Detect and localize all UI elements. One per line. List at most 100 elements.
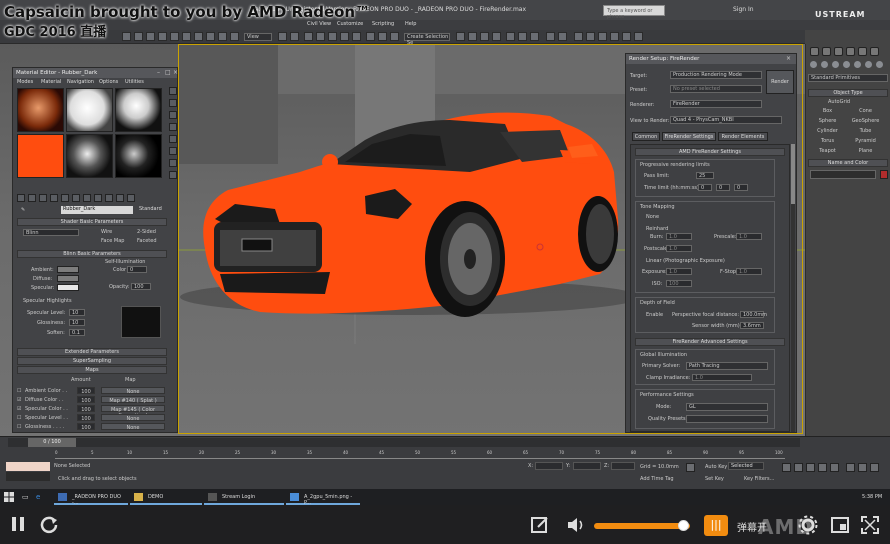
exposure-spinner[interactable]: 1.0 (666, 268, 692, 275)
teapot-button[interactable]: Teapot (810, 148, 845, 155)
map-enable-checkbox[interactable]: ☑ (17, 406, 21, 412)
time-slider-thumb[interactable]: 0 / 100 (28, 438, 76, 447)
sign-in-link[interactable]: Sign In (733, 6, 754, 13)
ribbon-toggle-icon[interactable] (530, 32, 539, 41)
select-manipulate-icon[interactable] (290, 32, 299, 41)
scene-explorer-icon[interactable] (468, 32, 477, 41)
menu-navigation[interactable]: Navigation (67, 79, 94, 85)
pivot-icon[interactable] (278, 32, 287, 41)
render-setup-icon[interactable] (558, 32, 567, 41)
time-slider[interactable]: 0 / 100 (8, 438, 800, 447)
close-icon[interactable]: × (173, 69, 178, 76)
maxscript-listener[interactable] (6, 462, 50, 471)
tone-mapping-linear-radio[interactable]: Linear (Photographic Exposure) (646, 258, 725, 264)
hierarchy-tab-icon[interactable] (834, 47, 843, 56)
soften-spinner[interactable]: 0.1 (69, 329, 85, 336)
menu-civil-view[interactable]: Civil View (307, 21, 331, 27)
search-input[interactable]: Type a keyword or phrase (603, 5, 665, 20)
object-name-field[interactable] (810, 170, 876, 179)
clamp-irradiance-spinner[interactable]: 1.0 (692, 374, 752, 381)
cylinder-button[interactable]: Cylinder (810, 128, 845, 135)
geosphere-button[interactable]: GeoSphere (848, 118, 883, 125)
box-button[interactable]: Box (810, 108, 845, 115)
zoom-icon[interactable] (846, 463, 855, 472)
sensor-width-spinner[interactable]: 3.6mm (740, 322, 764, 329)
firerender-icon[interactable] (634, 32, 643, 41)
put-to-library-icon[interactable] (72, 194, 80, 202)
auto-key-button[interactable]: Auto Key (705, 464, 727, 470)
uv-tiling-icon[interactable] (169, 123, 177, 131)
z-coordinate-field[interactable] (611, 462, 635, 470)
material-slot-3[interactable] (115, 88, 162, 132)
self-illum-value-spinner[interactable]: 0 (127, 266, 147, 273)
burn-spinner[interactable]: 1.0 (666, 233, 692, 240)
specular-level-spinner[interactable]: 10 (69, 309, 85, 316)
percent-snap-icon[interactable] (340, 32, 349, 41)
map-button[interactable]: Map #140 ( Splat ) (101, 396, 165, 404)
maps-rollout[interactable]: Maps (17, 366, 167, 374)
x-coordinate-field[interactable] (535, 462, 563, 470)
systems-icon[interactable] (876, 61, 883, 68)
name-and-color-rollout[interactable]: Name and Color (808, 159, 888, 167)
taskbar-stream-login[interactable]: Stream Login (204, 489, 284, 505)
blinn-basic-rollout[interactable]: Blinn Basic Parameters (17, 250, 167, 258)
a360-gallery-icon[interactable] (622, 32, 631, 41)
angle-snap-icon[interactable] (328, 32, 337, 41)
extended-parameters-rollout[interactable]: Extended Parameters (17, 348, 167, 356)
select-region-icon[interactable] (134, 32, 143, 41)
shader-type-dropdown[interactable]: Blinn (23, 229, 79, 236)
motion-tab-icon[interactable] (846, 47, 855, 56)
track-bar[interactable]: 0 5 10 15 20 25 30 35 40 45 50 55 60 65 70 75 80 85 90 95 10… (55, 449, 785, 459)
map-button[interactable]: Map #145 ( Color Correction ) (101, 405, 165, 419)
graphite-icon[interactable] (506, 32, 515, 41)
time-limit-hours[interactable]: 0 (698, 184, 712, 191)
focal-distance-spinner[interactable]: 100.0mm (740, 311, 767, 318)
glossiness-spinner[interactable]: 10 (69, 319, 85, 326)
select-by-material-icon[interactable] (169, 171, 177, 179)
tab-common[interactable]: Common (632, 132, 660, 141)
plane-button[interactable]: Plane (848, 148, 883, 155)
tab-firerender-settings[interactable]: FireRender Settings (662, 132, 716, 141)
fullscreen-icon[interactable] (860, 515, 880, 535)
pass-limit-spinner[interactable]: 25 (696, 172, 714, 179)
material-name-field[interactable]: Rubber_Dark (61, 206, 133, 214)
menu-help[interactable]: Help (405, 21, 416, 27)
unlink-icon[interactable] (230, 32, 239, 41)
time-limit-seconds[interactable]: 0 (734, 184, 748, 191)
menu-modes[interactable]: Modes (17, 79, 33, 85)
tone-mapping-reinhard-radio[interactable]: Reinhard (646, 226, 668, 232)
torus-button[interactable]: Torus (810, 138, 845, 145)
map-enable-checkbox[interactable]: ☐ (17, 415, 21, 421)
pick-material-icon[interactable]: ✎ (21, 207, 25, 213)
make-unique-icon[interactable] (61, 194, 69, 202)
advanced-settings-rollout[interactable]: FireRender Advanced Settings (635, 338, 785, 346)
task-view-icon[interactable]: ▭ (22, 493, 29, 501)
add-time-tag[interactable]: Add Time Tag (640, 476, 674, 482)
set-key-button[interactable]: Set Key (705, 476, 724, 482)
fstop-spinner[interactable]: 1.0 (736, 268, 762, 275)
display-tab-icon[interactable] (858, 47, 867, 56)
renderer-dropdown[interactable]: FireRender (670, 100, 762, 108)
key-filters-button[interactable]: Key Filters... (744, 476, 774, 482)
postscale-spinner[interactable]: 1.0 (666, 245, 692, 252)
get-material-icon[interactable] (17, 194, 25, 202)
settings-icon[interactable] (798, 515, 818, 535)
window-crossing-icon[interactable] (146, 32, 155, 41)
object-type-rollout[interactable]: Object Type (808, 89, 888, 97)
menu-scripting[interactable]: Scripting (372, 21, 394, 27)
prescale-spinner[interactable]: 1.0 (736, 233, 762, 240)
minimize-icon[interactable]: – (157, 69, 160, 76)
space-warps-icon[interactable] (865, 61, 872, 68)
shapes-icon[interactable] (821, 61, 828, 68)
tone-mapping-none-radio[interactable]: None (646, 214, 659, 220)
taskbar-demo[interactable]: DEMO (130, 489, 202, 505)
material-slot-5[interactable] (66, 134, 113, 178)
cone-button[interactable]: Cone (848, 108, 883, 115)
pause-icon[interactable] (10, 515, 26, 533)
faceted-checkbox[interactable]: Faceted (137, 238, 157, 244)
self-illum-color-checkbox[interactable]: Color (113, 267, 126, 273)
two-sided-checkbox[interactable]: 2-Sided (137, 229, 156, 235)
map-button[interactable]: None (101, 387, 165, 395)
material-slot-1[interactable] (17, 88, 64, 132)
spinner-snap-icon[interactable] (352, 32, 361, 41)
